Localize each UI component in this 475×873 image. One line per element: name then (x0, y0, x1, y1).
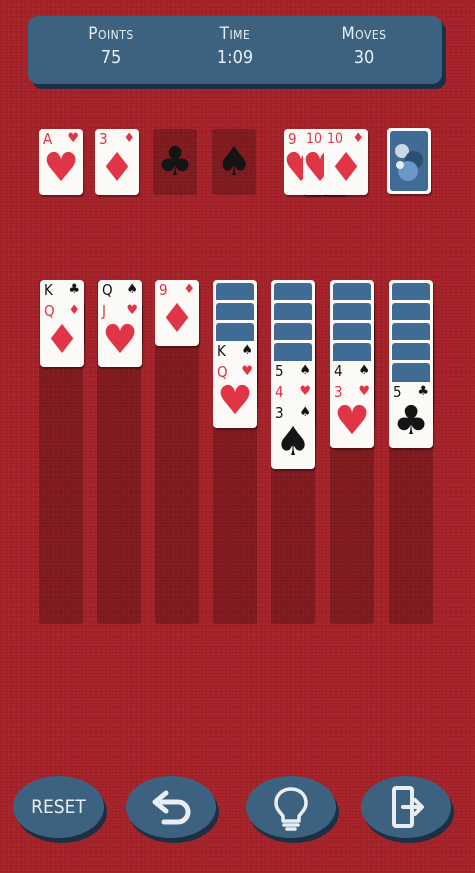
score-bar: Points 75 Time 1:09 Moves 30 (28, 16, 442, 84)
club-icon: ♣ (393, 398, 429, 444)
heart-icon: ♥ (43, 145, 79, 191)
points-stat: Points 75 (56, 24, 166, 68)
lightbulb-icon (274, 787, 308, 831)
foundation-diamonds[interactable]: 3 ♦ ♦ (95, 129, 139, 195)
card-rank: Q (102, 281, 113, 299)
tableau-card[interactable]: Q ♥ ♥ (213, 362, 257, 428)
moves-label: Moves (341, 24, 387, 44)
diamond-icon: ♦ (328, 145, 364, 191)
tableau-card[interactable]: 5 ♣ ♣ (389, 382, 433, 448)
spade-icon: ♠ (241, 343, 253, 358)
undo-button[interactable] (126, 776, 216, 838)
heart-icon: ♥ (299, 384, 311, 399)
waste-top-card[interactable]: 10 ♦ ♦ (324, 129, 368, 195)
heart-icon: ♥ (217, 378, 253, 424)
reset-label: RESET (31, 796, 86, 818)
tableau-card[interactable]: 3 ♠ ♠ (271, 403, 315, 469)
spade-icon: ♠ (358, 363, 370, 378)
undo-arrow-icon (152, 790, 191, 825)
time-value: 1:09 (216, 47, 254, 68)
card-rank: 4 (275, 383, 284, 401)
spade-icon: ♠ (299, 363, 311, 378)
card-rank: K (44, 281, 53, 299)
diamond-icon: ♦ (44, 317, 80, 363)
foundation-spades-empty[interactable]: ♠ (212, 129, 256, 195)
exit-door-icon (392, 786, 424, 828)
hint-button[interactable] (246, 776, 336, 838)
tableau-card[interactable]: 9 ♦ ♦ (155, 280, 199, 346)
foundation-hearts[interactable]: A ♥ ♥ (39, 129, 83, 195)
bubble-pattern-icon (395, 144, 423, 181)
club-icon: ♣ (157, 139, 193, 185)
foundation-clubs-empty[interactable]: ♣ (153, 129, 197, 195)
tableau-card[interactable]: Q ♦ ♦ (40, 301, 84, 367)
reset-button[interactable]: RESET (13, 776, 104, 838)
time-stat: Time 1:09 (180, 24, 290, 68)
card-rank: 5 (275, 362, 284, 380)
points-label: Points (88, 24, 134, 44)
spade-icon: ♠ (216, 139, 252, 185)
points-value: 75 (100, 47, 122, 68)
card-rank: K (217, 342, 226, 360)
heart-icon: ♥ (334, 398, 370, 444)
exit-button[interactable] (361, 776, 451, 838)
diamond-icon: ♦ (99, 145, 135, 191)
tableau-card[interactable]: J ♥ ♥ (98, 301, 142, 367)
card-rank: 4 (334, 362, 343, 380)
tableau-card[interactable]: 3 ♥ ♥ (330, 382, 374, 448)
club-icon: ♣ (68, 282, 80, 297)
spade-icon: ♠ (275, 419, 311, 465)
stock-pile[interactable] (387, 128, 431, 194)
spade-icon: ♠ (126, 282, 138, 297)
moves-value: 30 (353, 47, 375, 68)
time-label: Time (219, 24, 251, 44)
heart-icon: ♥ (102, 317, 138, 363)
diamond-icon: ♦ (159, 296, 195, 342)
moves-stat: Moves 30 (309, 24, 419, 68)
card-back-pattern (390, 131, 428, 191)
